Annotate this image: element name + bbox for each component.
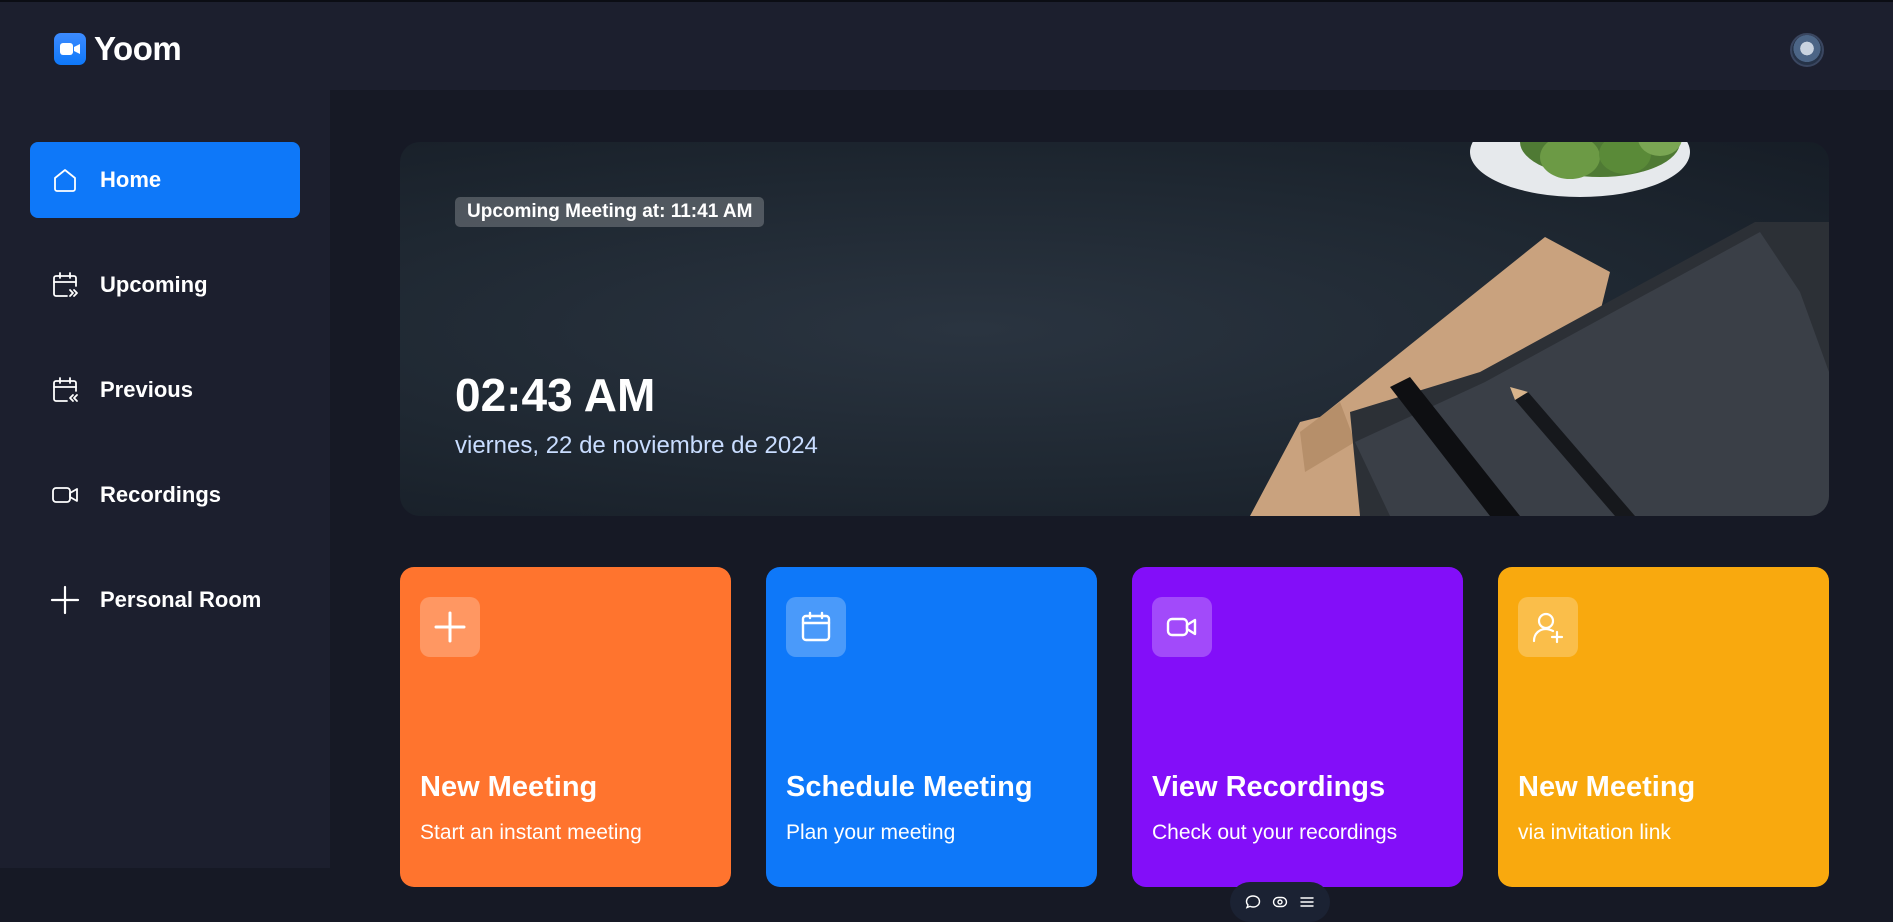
plus-icon: [49, 584, 81, 616]
home-icon: [49, 164, 81, 196]
chat-icon[interactable]: [1242, 891, 1264, 913]
calendar-forward-icon: [49, 269, 81, 301]
card-title: New Meeting: [1518, 771, 1696, 803]
calendar-back-icon: [49, 374, 81, 406]
upcoming-meeting-badge: Upcoming Meeting at: 11:41 AM: [455, 197, 765, 227]
current-time: 02:43 AM: [455, 369, 656, 421]
sidebar-item-recordings[interactable]: Recordings: [30, 457, 300, 533]
plus-icon: [420, 597, 480, 657]
sidebar-item-previous[interactable]: Previous: [30, 352, 300, 428]
card-description: via invitation link: [1518, 821, 1671, 844]
sidebar-item-personal-room[interactable]: Personal Room: [30, 562, 300, 638]
sidebar-item-upcoming[interactable]: Upcoming: [30, 247, 300, 323]
floating-toolbar: [1230, 882, 1330, 922]
card-description: Plan your meeting: [786, 821, 956, 844]
sidebar-item-label: Personal Room: [100, 587, 262, 612]
sidebar-item-label: Previous: [100, 377, 193, 402]
new-meeting-card[interactable]: New Meeting Start an instant meeting: [400, 567, 731, 887]
video-icon: [49, 479, 81, 511]
logo-link[interactable]: Yoom: [54, 30, 182, 68]
calendar-icon: [786, 597, 846, 657]
schedule-meeting-card[interactable]: Schedule Meeting Plan your meeting: [766, 567, 1097, 887]
sidebar: Home Upcoming Previous Recordings Person…: [0, 90, 330, 868]
card-description: Start an instant meeting: [420, 821, 642, 844]
card-title: Schedule Meeting: [786, 771, 1033, 803]
current-date: viernes, 22 de noviembre de 2024: [455, 432, 818, 459]
eye-icon[interactable]: [1269, 891, 1291, 913]
view-recordings-card[interactable]: View Recordings Check out your recording…: [1132, 567, 1463, 887]
add-user-icon: [1518, 597, 1578, 657]
sidebar-item-label: Home: [100, 167, 162, 192]
card-description: Check out your recordings: [1152, 821, 1398, 844]
sidebar-item-label: Recordings: [100, 482, 222, 507]
video-icon: [1152, 597, 1212, 657]
user-avatar[interactable]: [1790, 33, 1824, 67]
card-title: New Meeting: [420, 771, 598, 803]
hero-banner: Upcoming Meeting at: 11:41 AM 02:43 AM v…: [400, 142, 1829, 516]
video-camera-icon: [54, 33, 86, 65]
main-content: Upcoming Meeting at: 11:41 AM 02:43 AM v…: [330, 90, 1893, 922]
top-navbar: Yoom: [0, 0, 1893, 90]
sidebar-item-home[interactable]: Home: [30, 142, 300, 218]
card-title: View Recordings: [1152, 771, 1386, 803]
join-meeting-card[interactable]: New Meeting via invitation link: [1498, 567, 1829, 887]
app-name: Yoom: [94, 30, 182, 67]
sidebar-item-label: Upcoming: [100, 272, 208, 297]
menu-icon[interactable]: [1296, 891, 1318, 913]
